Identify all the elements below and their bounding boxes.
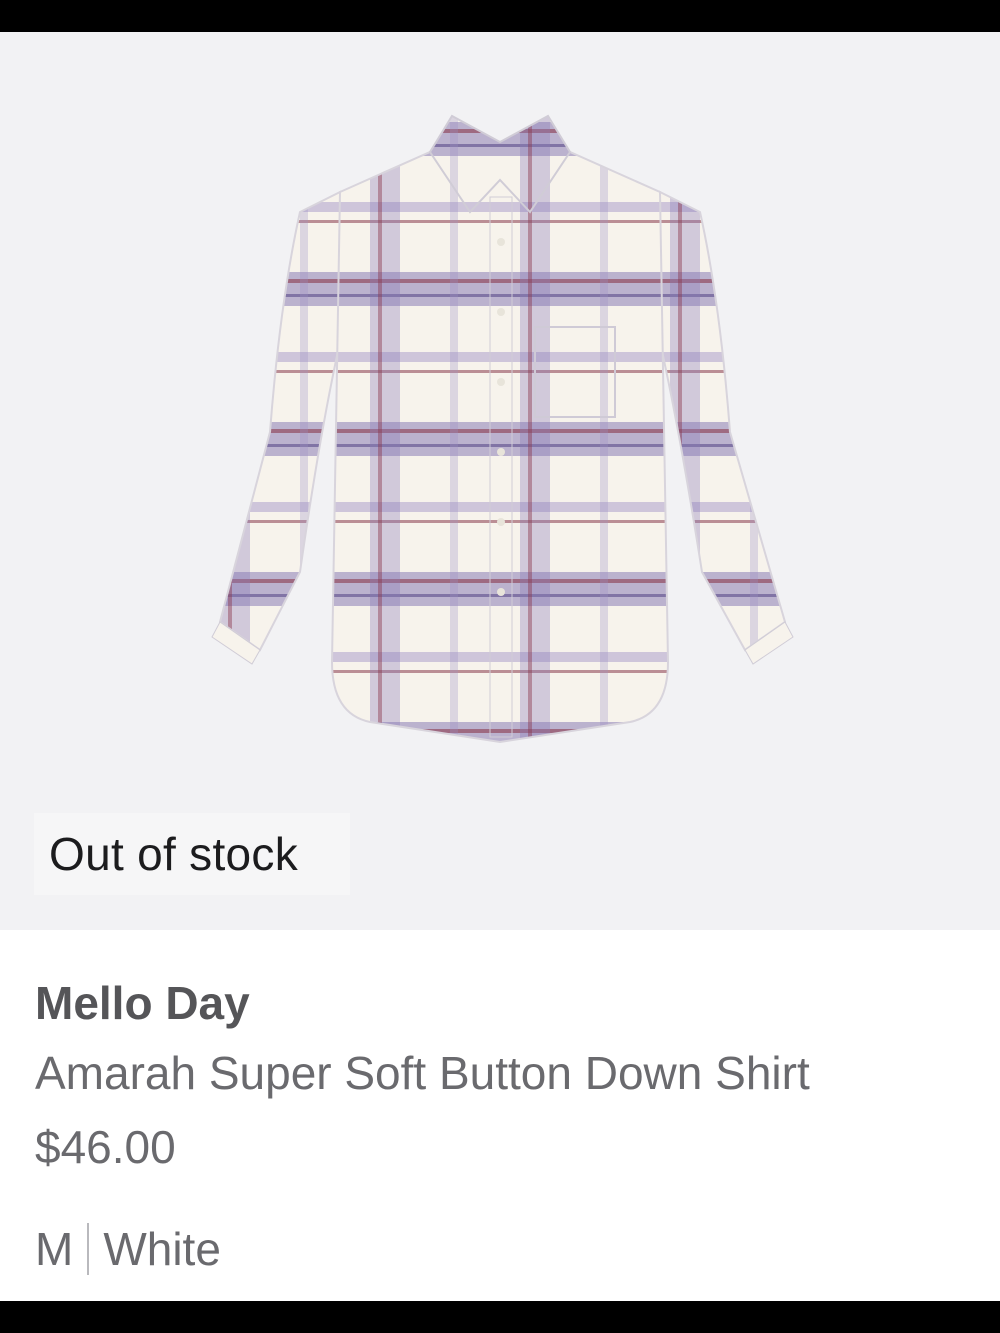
variant-divider bbox=[87, 1223, 90, 1275]
variant-info: M White bbox=[35, 1222, 221, 1276]
product-name[interactable]: Amarah Super Soft Button Down Shirt bbox=[35, 1034, 970, 1112]
product-info: Mello Day Amarah Super Soft Button Down … bbox=[35, 972, 970, 1275]
color-value: White bbox=[103, 1223, 221, 1275]
product-card[interactable]: Out of stock Mello Day Amarah Super Soft… bbox=[0, 32, 1000, 1301]
product-image-area[interactable]: Out of stock bbox=[0, 32, 1000, 930]
brand-name: Mello Day bbox=[35, 977, 250, 1029]
out-of-stock-label: Out of stock bbox=[49, 828, 299, 880]
navigation-bar bbox=[0, 1301, 1000, 1333]
status-bar bbox=[0, 0, 1000, 32]
product-price: $46.00 bbox=[35, 1121, 176, 1173]
size-value: M bbox=[35, 1223, 74, 1275]
plaid-shirt-image bbox=[211, 114, 794, 744]
out-of-stock-badge: Out of stock bbox=[34, 813, 350, 895]
